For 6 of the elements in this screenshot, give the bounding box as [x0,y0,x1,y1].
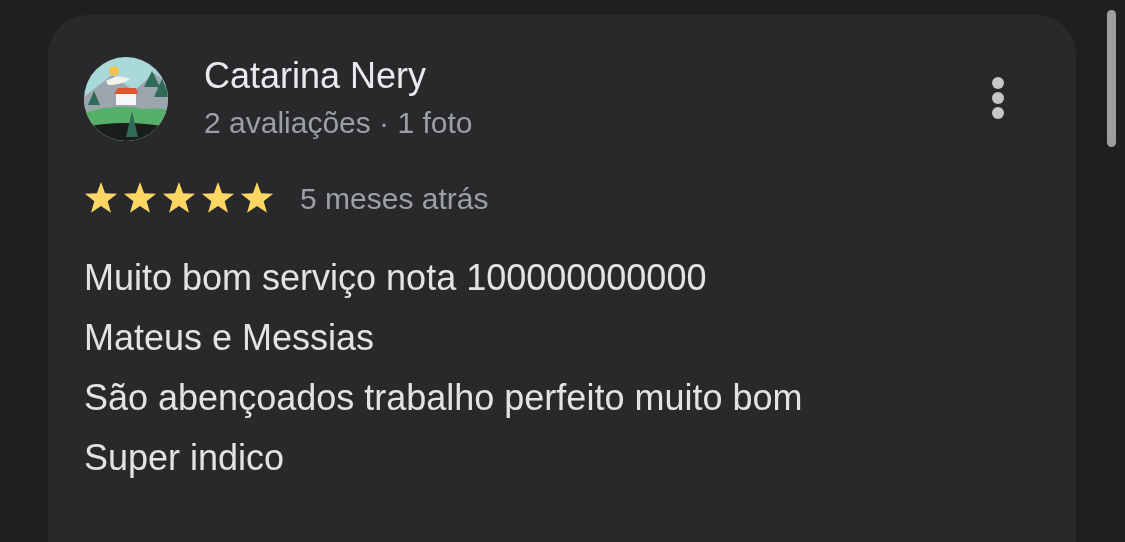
scrollbar[interactable] [1107,10,1116,147]
author-name[interactable]: Catarina Nery [204,54,427,98]
review-date: 5 meses atrás [300,182,489,216]
author-stats: 2 avaliações · 1 foto [204,105,473,141]
more-options-icon[interactable] [992,77,1004,119]
review-text: Muito bom serviço nota 100000000000 Mateus e Messias São abençoados trabalho perfeito muito bom Super indico [84,256,803,480]
